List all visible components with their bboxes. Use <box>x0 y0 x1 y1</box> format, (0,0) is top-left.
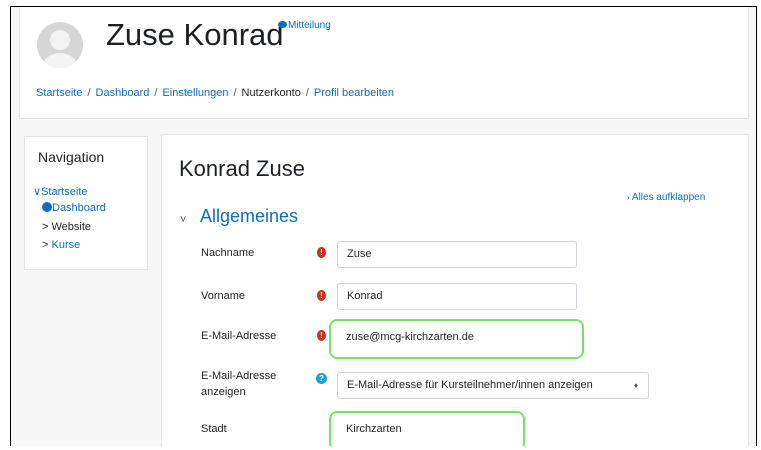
nav-item-startseite[interactable]: ∨Startseite <box>33 185 88 198</box>
chevron-right-icon: > <box>42 221 49 233</box>
stadt-input[interactable]: Kirchzarten <box>337 417 517 444</box>
user-full-name: Zuse Konrad <box>106 17 284 52</box>
speech-bubble-icon <box>278 21 287 28</box>
nav-item-kurse[interactable]: > Kurse <box>42 239 80 251</box>
browser-page: Zuse Konrad Mitteilung Startseite / Dashbo… <box>10 6 757 446</box>
nav-item-website[interactable]: > Website <box>42 221 91 233</box>
breadcrumb-startseite[interactable]: Startseite <box>36 87 82 99</box>
expand-all-label: Alles aufklappen <box>631 192 706 203</box>
nav-item-label: Kurse <box>51 239 81 251</box>
section-title-allgemeines[interactable]: Allgemeines <box>200 206 298 227</box>
vorname-input[interactable]: Konrad <box>337 283 577 310</box>
help-icon[interactable]: ? <box>316 373 327 384</box>
required-icon: ! <box>317 330 326 341</box>
required-icon: ! <box>317 247 326 258</box>
field-label-email: E-Mail-Adresse <box>201 330 277 342</box>
nachname-input[interactable]: Zuse <box>337 241 577 268</box>
chevron-right-icon: > <box>42 239 49 251</box>
select-value: E-Mail-Adresse für Kursteilnehmer/innen … <box>347 379 593 391</box>
message-link-label: Mitteilung <box>288 20 331 31</box>
required-icon: ! <box>317 290 326 301</box>
expand-all-link[interactable]: › Alles aufklappen <box>627 192 705 203</box>
navigation-block: Navigation ∨Startseite Dashboard > Websi… <box>24 136 148 270</box>
edit-profile-form: Konrad Zuse › Alles aufklappen ˅ Allgeme… <box>161 134 749 446</box>
field-label-email-anzeigen: E-Mail-Adresse anzeigen <box>201 368 276 400</box>
select-caret-icon: ♦ <box>633 381 638 390</box>
field-label-stadt: Stadt <box>201 423 227 435</box>
avatar[interactable] <box>37 22 83 68</box>
email-input[interactable]: zuse@mcg-kirchzarten.de <box>337 325 577 352</box>
breadcrumb-nutzerkonto: Nutzerkonto <box>241 87 301 99</box>
breadcrumb-einstellungen[interactable]: Einstellungen <box>162 87 228 99</box>
nav-item-label: Startseite <box>41 186 88 198</box>
page-header: Zuse Konrad Mitteilung Startseite / Dashbo… <box>19 7 749 119</box>
email-display-select[interactable]: E-Mail-Adresse für Kursteilnehmer/innen … <box>337 372 649 399</box>
dashboard-icon <box>42 202 52 212</box>
field-label-nachname: Nachname <box>201 247 255 259</box>
label-line: E-Mail-Adresse <box>201 370 277 382</box>
message-link[interactable]: Mitteilung <box>278 20 331 31</box>
chevron-down-icon: ∨ <box>33 186 42 198</box>
avatar-head-shape <box>50 30 70 50</box>
label-line: anzeigen <box>201 386 246 398</box>
navigation-title: Navigation <box>38 149 105 165</box>
avatar-body-shape <box>42 53 78 68</box>
page-title: Konrad Zuse <box>179 156 305 181</box>
nav-item-label: Dashboard <box>52 202 106 214</box>
field-label-vorname: Vorname <box>201 290 246 302</box>
breadcrumb-profil-bearbeiten[interactable]: Profil bearbeiten <box>314 87 394 99</box>
section-collapse-icon[interactable]: ˅ <box>180 214 186 226</box>
nav-item-label: Website <box>51 221 92 233</box>
breadcrumb-dashboard[interactable]: Dashboard <box>96 87 150 99</box>
chevron-right-icon: › <box>627 193 630 202</box>
nav-item-dashboard[interactable]: Dashboard <box>42 202 106 214</box>
breadcrumb: Startseite / Dashboard / Einstellungen / Nutze… <box>36 87 395 99</box>
